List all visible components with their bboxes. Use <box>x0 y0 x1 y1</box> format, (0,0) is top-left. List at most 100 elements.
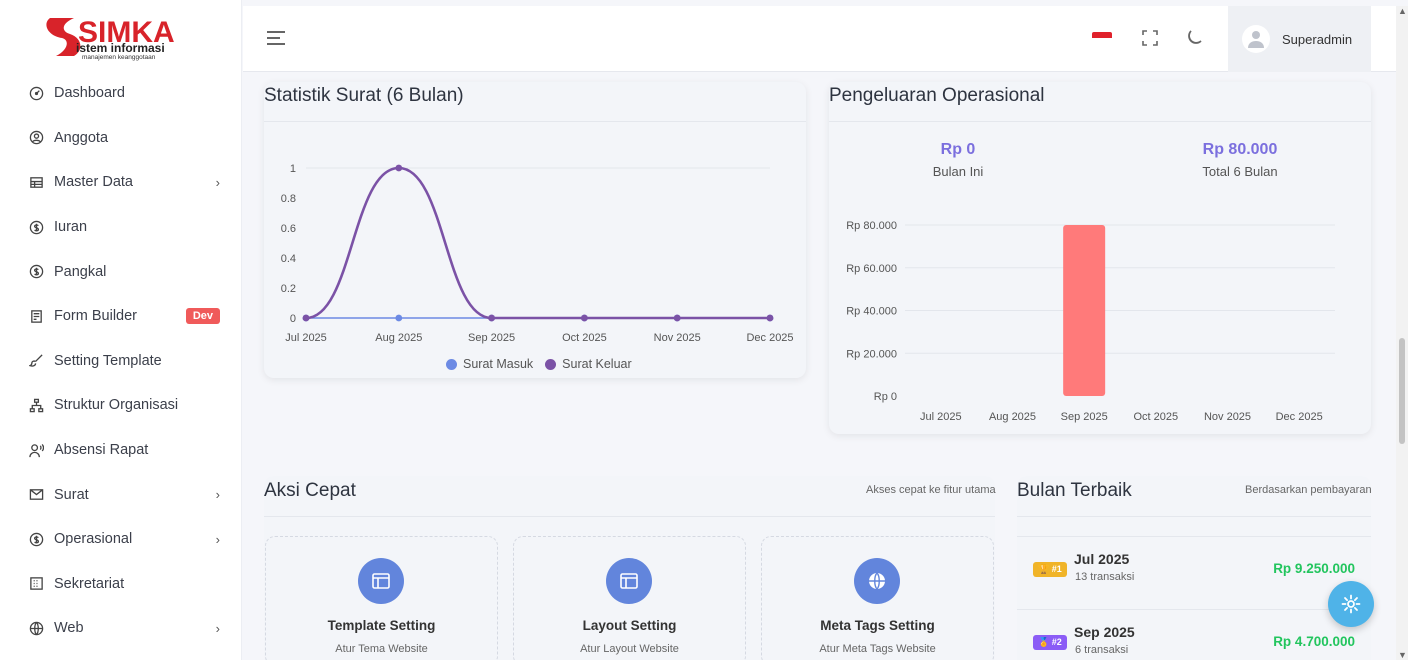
sidebar-item-operasional[interactable]: Operasional › <box>0 517 242 562</box>
bulan-ini-value: Rp 0 <box>940 141 976 158</box>
bt-count: 13 transaksi <box>1075 571 1135 583</box>
tile-title: Template Setting <box>327 618 436 633</box>
meta-tags-setting-tile[interactable]: Meta Tags Setting Atur Meta Tags Website <box>761 536 994 660</box>
fullscreen-icon[interactable] <box>1140 28 1160 48</box>
medal-icon: 🏅 <box>1038 637 1050 647</box>
chevron-right-icon: › <box>215 487 220 503</box>
list-item[interactable]: 🏅 #2 Sep 2025 6 transaksi Rp 4.700.000 <box>1017 609 1371 660</box>
data-point[interactable] <box>766 314 774 322</box>
avatar-icon <box>1242 25 1270 53</box>
x-tick-label: Sep 2025 <box>468 332 515 344</box>
username: Superadmin <box>1282 31 1353 47</box>
sidebar-item-form-builder[interactable]: Form Builder Dev <box>0 294 242 339</box>
legend-dot-surat-masuk <box>446 358 457 370</box>
tile-subtitle: Atur Layout Website <box>580 643 679 655</box>
tile-title: Meta Tags Setting <box>820 618 935 633</box>
sidebar-item-iuran[interactable]: Iuran <box>0 205 242 250</box>
user-circle-icon <box>28 130 44 146</box>
y-tick-label: 0.2 <box>281 283 296 295</box>
aksi-cepat-title: Aksi Cepat <box>264 480 356 501</box>
bulan-ini-label: Bulan Ini <box>932 164 984 179</box>
coins-icon <box>28 219 44 235</box>
rank-badge: 🏅 #2 <box>1033 635 1067 650</box>
form-icon <box>28 308 44 324</box>
user-menu[interactable]: Superadmin <box>1228 6 1371 72</box>
statistik-title: Statistik Surat (6 Bulan) <box>264 85 464 106</box>
data-point[interactable] <box>395 164 403 172</box>
sidebar-item-struktur-organisasi[interactable]: Struktur Organisasi <box>0 383 242 428</box>
series-line-surat-keluar <box>305 166 770 320</box>
hierarchy-icon <box>28 397 44 413</box>
dollar-circle-icon <box>28 264 44 280</box>
sidebar-item-setting-template[interactable]: Setting Template <box>0 339 242 384</box>
sidebar-item-label: Surat <box>54 486 89 503</box>
x-tick-label: Sep 2025 <box>1061 411 1108 423</box>
data-point[interactable] <box>302 314 310 322</box>
sidebar-item-label: Form Builder <box>54 308 137 325</box>
sidebar-item-label: Absensi Rapat <box>54 442 149 459</box>
chevron-right-icon: › <box>215 531 220 547</box>
legend-label-surat-masuk[interactable]: Surat Masuk <box>463 357 533 371</box>
sidebar-item-absensi-rapat[interactable]: Absensi Rapat <box>0 428 242 473</box>
brush-icon <box>28 353 44 369</box>
rank-badge: 🏆 #1 <box>1033 562 1067 577</box>
sidebar-item-label: Struktur Organisasi <box>54 397 179 414</box>
scroll-up-icon[interactable]: ▲ <box>1398 6 1407 16</box>
bt-amount: Rp 9.250.000 <box>1273 561 1355 576</box>
template-setting-tile[interactable]: Template Setting Atur Tema Website <box>265 536 498 660</box>
divider <box>1017 516 1371 517</box>
bt-month: Jul 2025 <box>1074 551 1130 567</box>
page-scrollbar[interactable]: ▲ ▼ <box>1396 6 1408 660</box>
sidebar-item-surat[interactable]: Surat › <box>0 472 242 517</box>
x-tick-label: Jul 2025 <box>285 332 327 344</box>
flag-id-icon[interactable] <box>1092 32 1112 44</box>
sidebar-item-dashboard[interactable]: Dashboard <box>0 71 242 116</box>
dev-badge: Dev <box>185 308 220 325</box>
tile-title: Layout Setting <box>582 618 677 633</box>
sidebar-item-label: Pangkal <box>54 263 107 280</box>
sidebar-item-web[interactable]: Web › <box>0 606 242 651</box>
y-tick-label: 0.8 <box>281 193 296 205</box>
y-tick-label: Rp 20.000 <box>846 348 897 360</box>
moon-icon[interactable] <box>1184 28 1204 48</box>
y-tick-label: 0.6 <box>281 223 296 235</box>
y-tick-label: Rp 60.000 <box>846 263 897 275</box>
data-point[interactable] <box>673 314 681 322</box>
sidebar-item-sekretariat[interactable]: Sekretariat <box>0 562 242 607</box>
data-point[interactable] <box>488 314 495 322</box>
sidebar-item-label: Master Data <box>54 174 133 191</box>
menu-icon[interactable] <box>267 30 287 46</box>
globe-icon <box>28 620 44 636</box>
chart-legend: Surat Masuk Surat Keluar <box>446 357 632 371</box>
trophy-icon: 🏆 <box>1038 564 1050 574</box>
tile-subtitle: Atur Meta Tags Website <box>819 643 936 655</box>
data-point[interactable] <box>581 314 588 322</box>
x-tick-label: Dec 2025 <box>1276 411 1323 423</box>
legend-dot-surat-keluar <box>545 358 557 370</box>
legend-label-surat-keluar[interactable]: Surat Keluar <box>562 357 631 371</box>
tile-subtitle: Atur Tema Website <box>335 643 428 655</box>
topbar: Superadmin <box>243 6 1396 72</box>
x-tick-label: Nov 2025 <box>654 332 701 344</box>
simka-logo[interactable]: SIMKA istem informasi manajemen keanggot… <box>44 12 204 64</box>
settings-fab[interactable] <box>1328 581 1374 627</box>
layout-setting-tile[interactable]: Layout Setting Atur Layout Website <box>513 536 746 660</box>
x-tick-label: Dec 2025 <box>746 332 793 344</box>
scroll-thumb[interactable] <box>1399 338 1405 444</box>
total-value: Rp 80.000 <box>1202 141 1278 158</box>
sidebar-item-label: Sekretariat <box>54 575 125 592</box>
globe-icon <box>854 558 900 604</box>
list-item[interactable]: 🏆 #1 Jul 2025 13 transaksi Rp 9.250.000 <box>1017 536 1371 600</box>
bulan-terbaik-subtitle: Berdasarkan pembayaran <box>1245 484 1372 496</box>
scroll-down-icon[interactable]: ▼ <box>1398 650 1407 660</box>
svg-text:manajemen keanggotaan: manajemen keanggotaan <box>82 54 156 61</box>
sidebar-item-anggota[interactable]: Anggota <box>0 116 242 161</box>
data-point[interactable] <box>395 314 403 322</box>
user-voice-icon <box>28 442 44 458</box>
bt-month: Sep 2025 <box>1074 624 1135 640</box>
divider <box>264 516 995 517</box>
bar[interactable] <box>1063 225 1106 396</box>
table-icon <box>28 174 44 190</box>
sidebar-item-pangkal[interactable]: Pangkal <box>0 249 242 294</box>
sidebar-item-master-data[interactable]: Master Data › <box>0 160 242 205</box>
